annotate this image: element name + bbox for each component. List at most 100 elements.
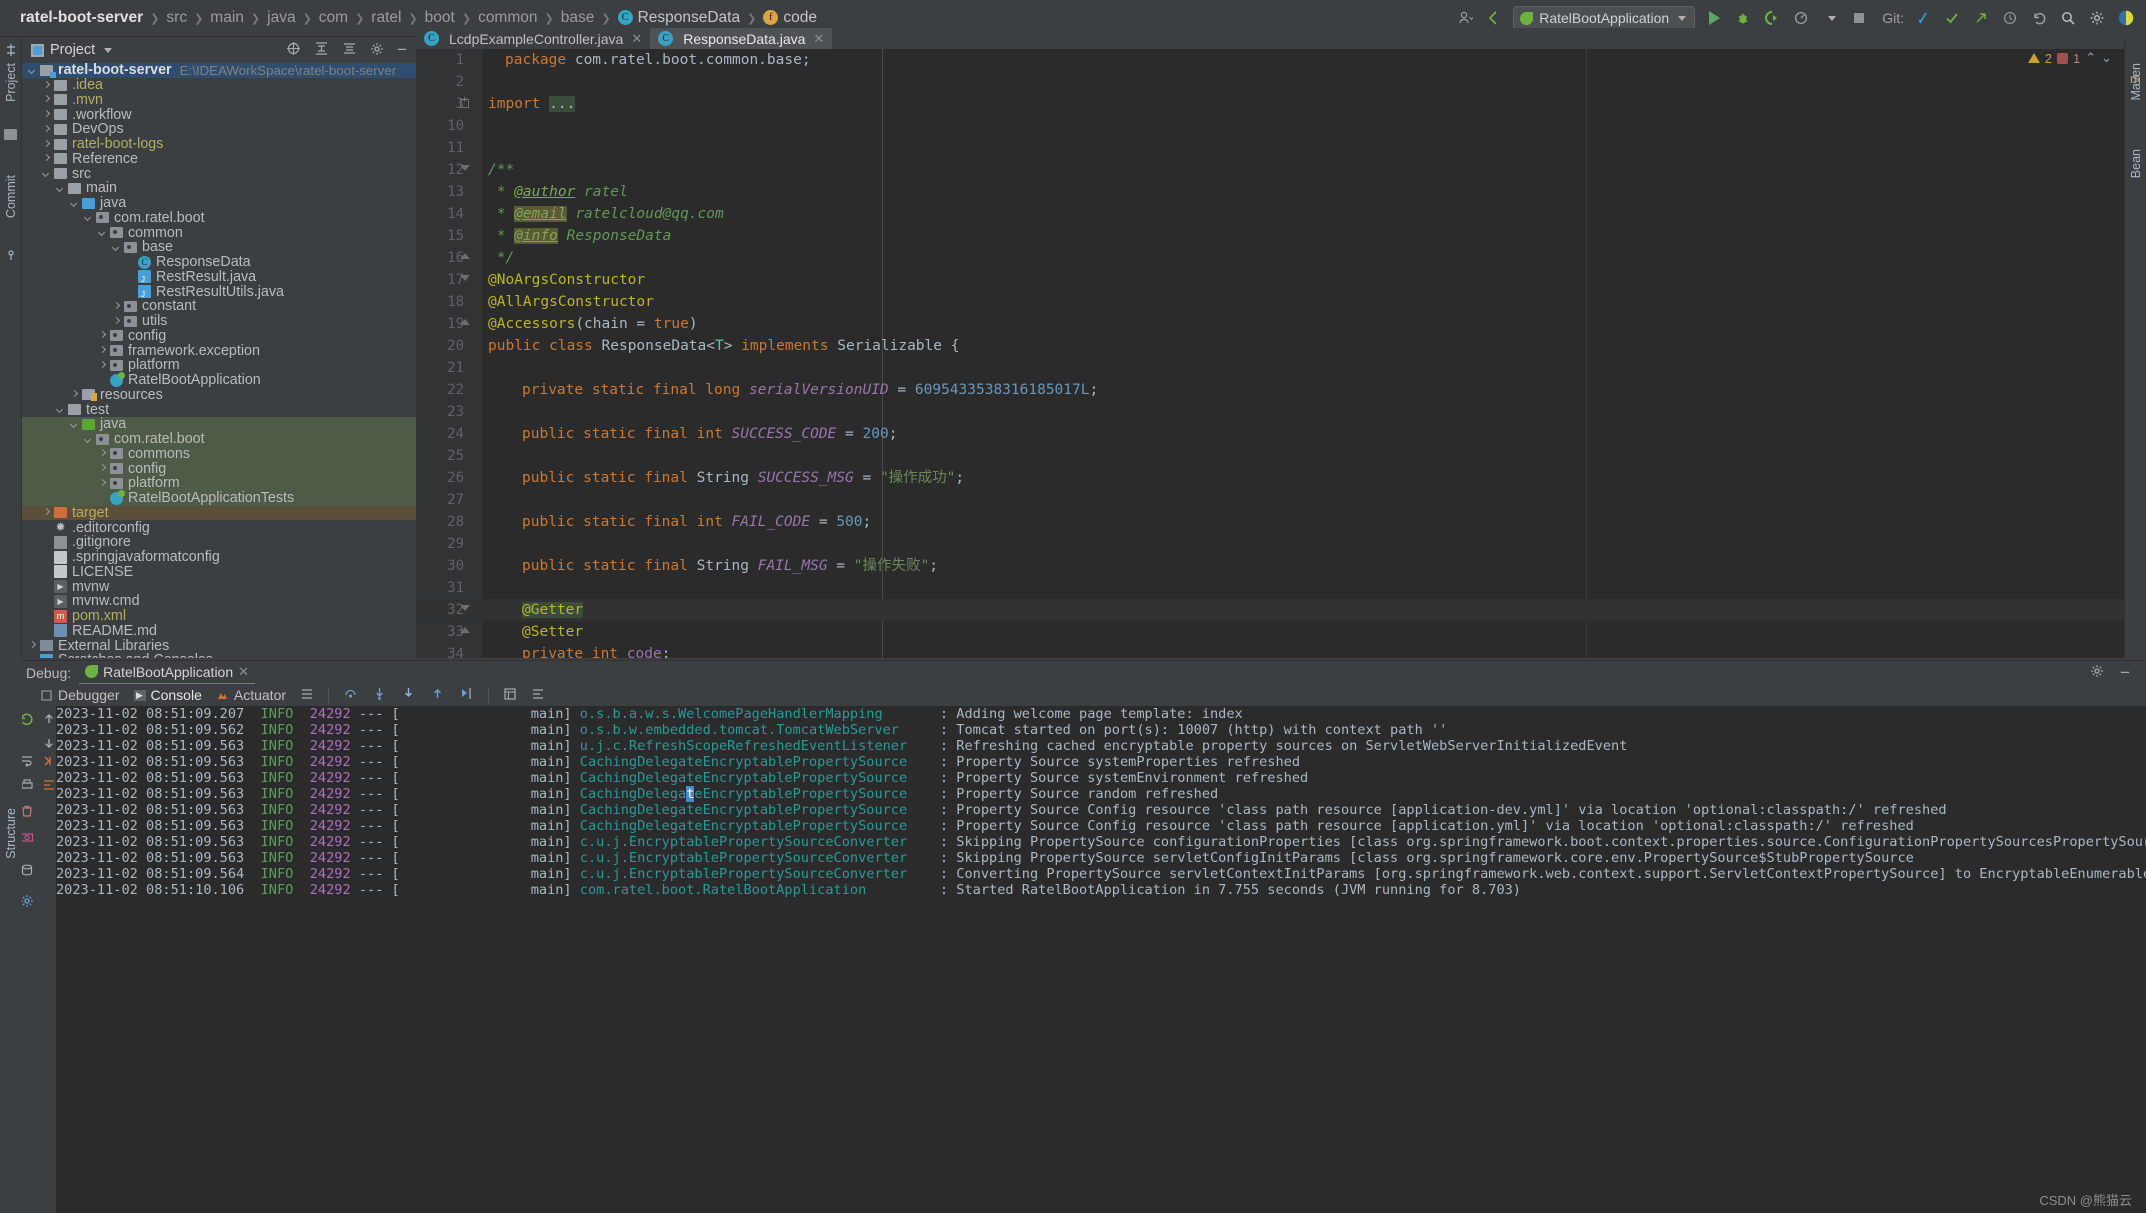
collapse-all-icon[interactable] — [342, 41, 357, 59]
code-fold-icon[interactable] — [460, 275, 470, 281]
editor-tab-lcdpexamplecontroller-java[interactable]: C LcdpExampleController.java ✕ — [416, 28, 650, 49]
sidebar-item-structure[interactable]: Structure — [4, 808, 26, 859]
breadcrumb-item-main[interactable]: main — [204, 9, 250, 27]
code-line[interactable]: 23 — [416, 401, 2146, 423]
code-fold-icon[interactable] — [460, 605, 470, 611]
code-line[interactable]: 27 — [416, 489, 2146, 511]
tree-item-platform[interactable]: platform — [22, 357, 416, 373]
account-icon[interactable] — [2116, 8, 2136, 28]
tab-console[interactable]: ▶ Console — [133, 687, 202, 703]
tree-item-framework-exception[interactable]: framework.exception — [22, 343, 416, 359]
code-line[interactable]: 30 public static final String FAIL_MSG = … — [416, 555, 2146, 577]
pull-request-icon[interactable] — [5, 249, 17, 261]
tree-item-restresultutils-java[interactable]: RestResultUtils.java — [22, 284, 416, 300]
tree-item--springjavaformatconfig[interactable]: .springjavaformatconfig — [22, 549, 416, 565]
project-file-tree[interactable]: ratel-boot-server E:\IDEAWorkSpace\ratel-… — [22, 63, 416, 658]
structure-toggle-icon[interactable] — [4, 43, 18, 57]
chevron-down-icon[interactable]: ⌄ — [2101, 50, 2112, 66]
tree-item--idea[interactable]: .idea — [22, 77, 416, 93]
chevron-down-icon[interactable] — [104, 47, 113, 53]
tree-item-mvnw[interactable]: ▶ mvnw — [22, 579, 416, 595]
tab-debugger[interactable]: Debugger — [40, 687, 120, 703]
code-fold-icon[interactable] — [460, 95, 469, 108]
tree-item-common[interactable]: common — [22, 225, 416, 241]
code-line[interactable]: 19 @Accessors(chain = true) — [416, 313, 2146, 335]
scroll-from-source-icon[interactable] — [286, 41, 301, 59]
chevron-right-icon[interactable] — [98, 464, 107, 473]
code-fold-icon[interactable] — [460, 165, 470, 171]
chevron-down-icon[interactable] — [84, 213, 93, 222]
hide-panel-icon[interactable]: − — [2120, 664, 2130, 681]
tree-item-test[interactable]: test — [22, 402, 416, 418]
breadcrumb-item-boot[interactable]: boot — [419, 9, 461, 27]
breadcrumb-item-code[interactable]: f code — [757, 9, 823, 27]
code-line[interactable]: 22 private static final long serialVersio… — [416, 379, 2146, 401]
layout-icon[interactable] — [300, 687, 314, 704]
close-icon[interactable]: ✕ — [238, 664, 249, 680]
chevron-right-icon[interactable] — [98, 346, 107, 355]
breadcrumb-item-ratel[interactable]: ratel — [365, 9, 407, 27]
tree-item-com-ratel-boot[interactable]: com.ratel.boot — [22, 210, 416, 226]
code-line[interactable]: 16 */ — [416, 247, 2146, 269]
tree-item-ratelbootapplication[interactable]: RatelBootApplication — [22, 371, 416, 388]
breadcrumb-item-responsedata[interactable]: C ResponseData — [612, 9, 747, 27]
chevron-up-icon[interactable]: ⌃ — [2085, 50, 2096, 66]
sidebar-item-bean[interactable]: Bean — [2129, 149, 2146, 178]
step-into-icon[interactable] — [372, 686, 387, 704]
tree-item--mvn[interactable]: .mvn — [22, 92, 416, 108]
tree-item-devops[interactable]: DevOps — [22, 121, 416, 137]
git-commit-icon[interactable] — [1942, 8, 1962, 28]
tree-item-commons[interactable]: commons — [22, 446, 416, 462]
tree-item-external-libraries[interactable]: External Libraries — [22, 638, 416, 654]
tree-item-ratel-boot-server[interactable]: ratel-boot-server E:\IDEAWorkSpace\ratel-… — [22, 63, 416, 78]
code-line[interactable]: 26 public static final String SUCCESS_MSG… — [416, 467, 2146, 489]
run-configuration-selector[interactable]: RatelBootApplication — [1513, 5, 1696, 31]
code-line[interactable]: 17 @NoArgsConstructor — [416, 269, 2146, 291]
console-output[interactable]: 2023-11-02 08:51:09.207 INFO 24292 --- [… — [56, 706, 2146, 1213]
code-line[interactable]: 28 public static final int FAIL_CODE = 50… — [416, 511, 2146, 533]
chevron-right-icon[interactable] — [98, 449, 107, 458]
user-icon[interactable] — [1455, 8, 1475, 28]
tree-item-constant[interactable]: constant — [22, 298, 416, 314]
tree-item-ratel-boot-logs[interactable]: ratel-boot-logs — [22, 136, 416, 152]
chevron-down-icon[interactable] — [84, 435, 93, 444]
editor-code-lines[interactable]: 1package com.ratel.boot.common.base;23im… — [416, 49, 2146, 658]
gear-icon[interactable] — [370, 42, 384, 59]
git-history-icon[interactable] — [2000, 8, 2020, 28]
editor-tab-responsedata-java[interactable]: C ResponseData.java ✕ — [650, 28, 833, 49]
chevron-down-icon[interactable] — [56, 184, 65, 193]
folder-icon[interactable] — [4, 129, 17, 140]
chevron-right-icon[interactable] — [98, 331, 107, 340]
debug-session-tab[interactable]: RatelBootApplication ✕ — [79, 661, 256, 685]
chevron-down-icon[interactable] — [70, 199, 79, 208]
tree-item-config[interactable]: config — [22, 328, 416, 344]
tree-item-scratches-and-consoles[interactable]: Scratches and Consoles — [22, 652, 416, 658]
tab-actuator[interactable]: Actuator — [216, 687, 286, 703]
code-line[interactable]: 12 /** — [416, 159, 2146, 181]
hide-panel-icon[interactable]: − — [397, 41, 407, 58]
close-icon[interactable]: ✕ — [813, 31, 824, 47]
settings-icon[interactable] — [2087, 8, 2107, 28]
code-line[interactable]: 3 import ... — [416, 93, 2146, 115]
step-out-icon[interactable] — [430, 686, 445, 704]
chevron-right-icon[interactable] — [42, 140, 51, 149]
chevron-down-icon-profiler[interactable] — [1820, 8, 1840, 28]
chevron-right-icon[interactable] — [70, 390, 79, 399]
tree-item-resources[interactable]: resources — [22, 387, 416, 403]
git-update-icon[interactable] — [1913, 8, 1933, 28]
chevron-right-icon[interactable] — [112, 302, 121, 311]
chevron-right-icon[interactable] — [42, 110, 51, 119]
code-line[interactable]: 10 — [416, 115, 2146, 137]
tree-item-restresult-java[interactable]: RestResult.java — [22, 269, 416, 285]
code-line[interactable]: 25 — [416, 445, 2146, 467]
code-fold-icon[interactable] — [460, 627, 470, 633]
step-over-icon[interactable] — [343, 686, 358, 704]
code-line[interactable]: 21 — [416, 357, 2146, 379]
chevron-right-icon[interactable] — [42, 95, 51, 104]
chevron-right-icon[interactable] — [28, 641, 37, 650]
chevron-down-icon[interactable] — [70, 420, 79, 429]
back-arrow-icon[interactable] — [1484, 8, 1504, 28]
run-with-coverage-icon[interactable] — [1762, 8, 1782, 28]
breadcrumb-item-com[interactable]: com — [313, 9, 354, 27]
git-push-icon[interactable] — [1971, 8, 1991, 28]
